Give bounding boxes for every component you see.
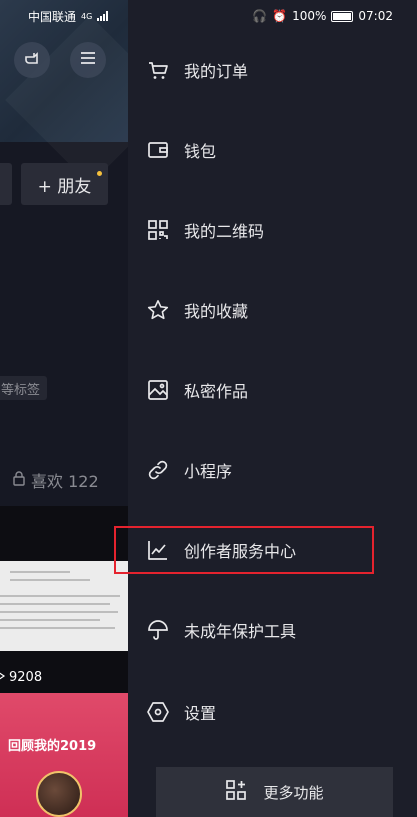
menu-item-label: 私密作品 [184,382,249,401]
private-image-icon [146,378,170,402]
menu-item-label: 我的订单 [184,62,249,81]
network-type: 4G [81,11,93,21]
menu-item-label: 未成年保护工具 [184,622,297,641]
carrier-name: 中国联通 [28,9,77,24]
menu-button[interactable] [70,42,106,78]
star-icon [146,298,170,322]
umbrella-icon [146,618,170,642]
video-thumbnail[interactable]: 9208 [0,506,128,693]
play-icon [0,670,6,685]
menu-item-qrcode[interactable]: 我的二维码 [128,200,417,260]
menu-item-orders[interactable]: 我的订单 [128,40,417,100]
view-count: 9208 [0,670,42,685]
status-bar: 中国联通 4G 🎧 ⏰ 100% 07:02 [0,0,417,32]
hand-pointer-icon [22,48,42,72]
document-preview [0,561,128,651]
lock-icon [12,470,26,490]
add-friend-button[interactable]: + 朋友 [21,163,108,205]
battery-icon [331,10,354,22]
profile-background[interactable]: + 朋友 等标签 喜欢 122 9208 回顾我的2019 [0,0,128,817]
menu-item-label: 小程序 [184,462,233,481]
more-features-label: 更多功能 [263,783,324,802]
more-features-button[interactable]: 更多功能 [156,767,393,817]
video-thumbnail-2019[interactable]: 回顾我的2019 [0,693,128,817]
side-drawer: 我的订单 钱包 我的二维码 我的收藏 私密作品 小程序 创作者服务中心 未成年保… [128,0,417,817]
hamburger-icon [79,50,97,70]
qrcode-icon [146,218,170,242]
link-icon [146,458,170,482]
grid-plus-icon [225,779,247,805]
signal-icon [97,11,109,21]
likes-label: 喜欢 122 [31,472,99,491]
tag-chip[interactable]: 等标签 [0,376,48,400]
menu-item-settings[interactable]: 设置 [128,682,417,742]
review-banner: 回顾我的2019 [8,739,97,754]
settings-hexagon-icon [146,700,170,724]
menu-item-favorites[interactable]: 我的收藏 [128,280,417,340]
gesture-button[interactable] [14,42,50,78]
menu-item-minor-protection[interactable]: 未成年保护工具 [128,600,417,660]
battery-percent: 100% [292,9,327,23]
headphone-icon: 🎧 [252,9,268,23]
highlight-annotation [114,526,374,574]
menu-item-mini-programs[interactable]: 小程序 [128,440,417,500]
edit-profile-button[interactable] [0,163,12,205]
notification-dot [97,171,102,176]
add-friend-label: + 朋友 [37,176,92,197]
likes-tab[interactable]: 喜欢 122 [12,468,99,492]
menu-item-label: 我的收藏 [184,302,249,321]
alarm-icon: ⏰ [272,9,288,23]
menu-item-label: 钱包 [184,142,217,161]
avatar [36,771,82,817]
menu-item-private-works[interactable]: 私密作品 [128,360,417,420]
wallet-icon [146,138,170,162]
menu-item-label: 我的二维码 [184,222,265,241]
menu-item-label: 设置 [184,704,217,723]
view-count-label: 9208 [9,670,43,685]
clock-time: 07:02 [358,9,393,23]
menu-item-wallet[interactable]: 钱包 [128,120,417,180]
cart-icon [146,58,170,82]
